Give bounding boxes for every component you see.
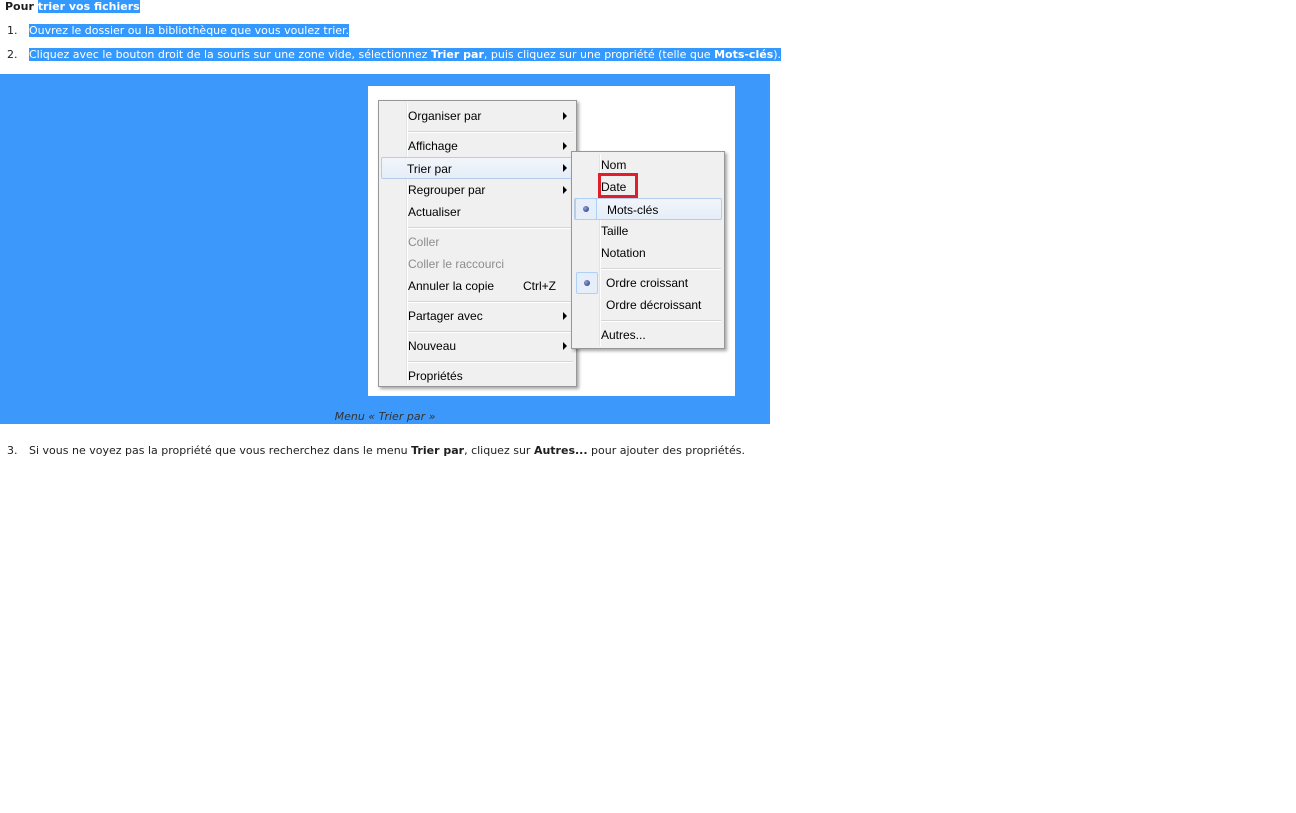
- step-text: Ouvrez le dossier ou la bibliothèque que…: [29, 24, 350, 37]
- submenu-item-ordre-decroissant[interactable]: Ordre décroissant: [574, 294, 722, 316]
- menu-item-label: Propriétés: [408, 369, 463, 383]
- menu-separator: [408, 131, 573, 133]
- submenu-arrow-icon: [563, 142, 567, 150]
- step-bold-mots-cles: Mots-clés: [714, 48, 774, 61]
- menu-separator: [408, 301, 573, 303]
- menu-separator: [408, 227, 573, 229]
- menu-item-coller-raccourci: Coller le raccourci: [381, 253, 574, 275]
- menu-separator: [408, 361, 573, 363]
- menu-separator: [601, 268, 721, 270]
- step-number: 2.: [7, 48, 18, 61]
- heading-prefix: Pour: [5, 0, 34, 13]
- menu-item-coller: Coller: [381, 231, 574, 253]
- submenu-arrow-icon: [563, 112, 567, 120]
- sort-submenu: Nom Date Mots-clés Taille Notation Ordre…: [571, 151, 725, 349]
- heading-link[interactable]: trier vos fichiers: [37, 0, 140, 13]
- step-bold-autres[interactable]: Autres...: [534, 444, 588, 457]
- radio-check-icon: [575, 198, 597, 220]
- menu-item-affichage[interactable]: Affichage: [381, 135, 574, 157]
- step-text-part: pour ajouter des propriétés.: [587, 444, 745, 457]
- menu-item-label: Affichage: [408, 139, 458, 153]
- menu-item-label: Partager avec: [408, 309, 483, 323]
- section-heading: Pour trier vos fichiers: [5, 0, 140, 14]
- radio-dot: [584, 280, 590, 286]
- menu-item-label: Coller: [408, 235, 440, 249]
- screenshot-figure: Organiser par Affichage Trier par Regrou…: [368, 86, 735, 396]
- submenu-item-taille[interactable]: Taille: [574, 220, 722, 242]
- step-2: 2. Cliquez avec le bouton droit de la sou…: [7, 48, 782, 62]
- menu-item-regrouper-par[interactable]: Regrouper par: [381, 179, 574, 201]
- step-text-part: ).: [773, 48, 782, 61]
- menu-item-label: Taille: [601, 224, 629, 238]
- menu-item-label: Trier par: [407, 162, 452, 176]
- submenu-item-ordre-croissant[interactable]: Ordre croissant: [574, 272, 722, 294]
- menu-item-nouveau[interactable]: Nouveau: [381, 335, 574, 357]
- step-number: 1.: [7, 24, 18, 37]
- menu-item-label: Ordre croissant: [606, 276, 689, 290]
- highlight-box-date: [598, 173, 638, 198]
- menu-item-label: Notation: [601, 246, 646, 260]
- step-text-part: , cliquez sur: [464, 444, 534, 457]
- menu-item-shortcut: Ctrl+Z: [523, 279, 556, 293]
- menu-item-organiser-par[interactable]: Organiser par: [381, 105, 574, 127]
- submenu-item-date[interactable]: Date: [574, 176, 722, 198]
- menu-item-proprietes[interactable]: Propriétés: [381, 365, 574, 387]
- step-number: 3.: [7, 444, 18, 457]
- menu-separator: [601, 320, 721, 322]
- figure-selection-band: Organiser par Affichage Trier par Regrou…: [0, 74, 770, 424]
- step-bold-trier-par: Trier par: [411, 444, 465, 457]
- menu-item-annuler-copie[interactable]: Annuler la copie Ctrl+Z: [381, 275, 574, 297]
- menu-separator: [408, 331, 573, 333]
- menu-item-actualiser[interactable]: Actualiser: [381, 201, 574, 223]
- submenu-arrow-icon: [563, 312, 567, 320]
- step-bold-trier-par: Trier par: [430, 48, 484, 61]
- submenu-item-mots-cles[interactable]: Mots-clés: [574, 198, 722, 220]
- menu-item-partager-avec[interactable]: Partager avec: [381, 305, 574, 327]
- submenu-item-autres[interactable]: Autres...: [574, 324, 722, 346]
- step-text: Cliquez avec le bouton droit de la souri…: [29, 48, 782, 61]
- submenu-item-nom[interactable]: Nom: [574, 154, 722, 176]
- submenu-item-notation[interactable]: Notation: [574, 242, 722, 264]
- menu-item-label: Regrouper par: [408, 183, 486, 197]
- menu-item-label: Mots-clés: [607, 203, 659, 217]
- step-3: 3. Si vous ne voyez pas la propriété que …: [7, 444, 745, 458]
- radio-dot: [583, 206, 589, 212]
- menu-item-trier-par[interactable]: Trier par: [381, 157, 574, 179]
- submenu-arrow-icon: [563, 342, 567, 350]
- menu-item-label: Actualiser: [408, 205, 461, 219]
- step-1: 1. Ouvrez le dossier ou la bibliothèque q…: [7, 24, 350, 38]
- menu-item-label: Annuler la copie: [408, 279, 495, 293]
- step-text-part: , puis cliquez sur une propriété (telle …: [483, 48, 715, 61]
- step-text-part: Cliquez avec le bouton droit de la souri…: [29, 48, 431, 61]
- step-text-part: Si vous ne voyez pas la propriété que vo…: [29, 444, 412, 457]
- radio-check-icon: [576, 272, 598, 294]
- menu-item-label: Ordre décroissant: [606, 298, 702, 312]
- submenu-arrow-icon: [563, 186, 567, 194]
- figure-caption: Menu « Trier par »: [334, 410, 436, 423]
- menu-item-label: Nouveau: [408, 339, 457, 353]
- menu-item-label: Organiser par: [408, 109, 482, 123]
- menu-item-label: Autres...: [601, 328, 646, 342]
- context-menu: Organiser par Affichage Trier par Regrou…: [378, 100, 577, 387]
- submenu-arrow-icon: [563, 164, 567, 172]
- menu-item-label: Coller le raccourci: [408, 257, 505, 271]
